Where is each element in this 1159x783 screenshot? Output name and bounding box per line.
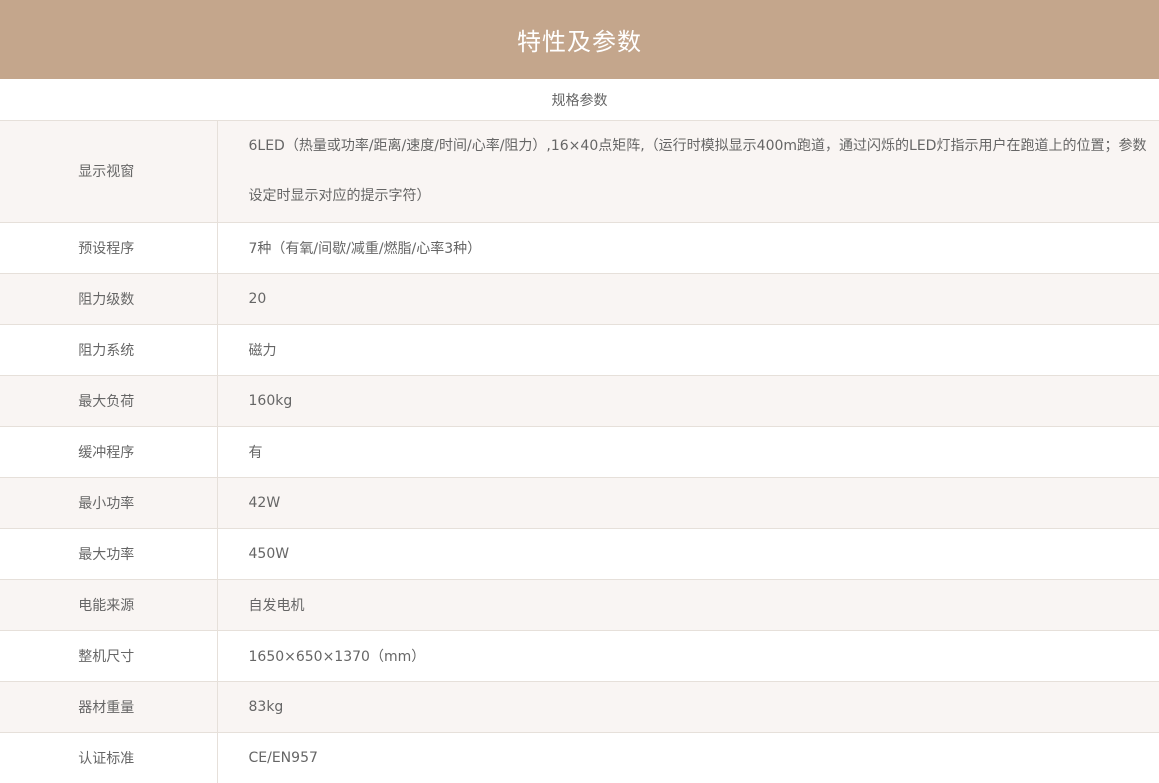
table-row: 器材重量 83kg — [0, 681, 1159, 733]
table-row: 最大负荷 160kg — [0, 375, 1159, 427]
spec-value: 1650×650×1370（mm） — [217, 630, 1159, 682]
table-row: 电能来源 自发电机 — [0, 579, 1159, 631]
spec-label: 器材重量 — [0, 681, 218, 733]
table-row: 阻力系统 磁力 — [0, 324, 1159, 376]
table-row: 预设程序 7种（有氧/间歇/减重/燃脂/心率3种） — [0, 222, 1159, 274]
table-row: 最小功率 42W — [0, 477, 1159, 529]
spec-value: 7种（有氧/间歇/减重/燃脂/心率3种） — [217, 222, 1159, 274]
spec-value: 6LED（热量或功率/距离/速度/时间/心率/阻力）,16×40点矩阵,（运行时… — [217, 121, 1159, 223]
spec-table: 显示视窗 6LED（热量或功率/距离/速度/时间/心率/阻力）,16×40点矩阵… — [0, 121, 1159, 783]
page-title: 特性及参数 — [517, 28, 642, 56]
spec-value: 自发电机 — [217, 579, 1159, 631]
spec-section-title: 规格参数 — [551, 92, 608, 109]
spec-value: CE/EN957 — [217, 732, 1159, 783]
spec-value: 42W — [217, 477, 1159, 529]
table-row: 整机尺寸 1650×650×1370（mm） — [0, 630, 1159, 682]
spec-label: 整机尺寸 — [0, 630, 218, 682]
spec-label: 阻力系统 — [0, 324, 218, 376]
spec-label: 最小功率 — [0, 477, 218, 529]
spec-section-header: 规格参数 — [0, 79, 1159, 121]
spec-label: 最大功率 — [0, 528, 218, 580]
spec-value: 83kg — [217, 681, 1159, 733]
table-row: 最大功率 450W — [0, 528, 1159, 580]
spec-value: 有 — [217, 426, 1159, 478]
spec-label: 阻力级数 — [0, 273, 218, 325]
spec-label: 显示视窗 — [0, 121, 218, 223]
spec-label: 缓冲程序 — [0, 426, 218, 478]
table-row: 缓冲程序 有 — [0, 426, 1159, 478]
spec-label: 预设程序 — [0, 222, 218, 274]
spec-value: 160kg — [217, 375, 1159, 427]
spec-value: 磁力 — [217, 324, 1159, 376]
spec-label: 认证标准 — [0, 732, 218, 783]
table-row: 显示视窗 6LED（热量或功率/距离/速度/时间/心率/阻力）,16×40点矩阵… — [0, 121, 1159, 223]
spec-value: 20 — [217, 273, 1159, 325]
table-row: 阻力级数 20 — [0, 273, 1159, 325]
spec-label: 最大负荷 — [0, 375, 218, 427]
spec-label: 电能来源 — [0, 579, 218, 631]
page-header: 特性及参数 — [0, 0, 1159, 79]
spec-value: 450W — [217, 528, 1159, 580]
table-row: 认证标准 CE/EN957 — [0, 732, 1159, 783]
